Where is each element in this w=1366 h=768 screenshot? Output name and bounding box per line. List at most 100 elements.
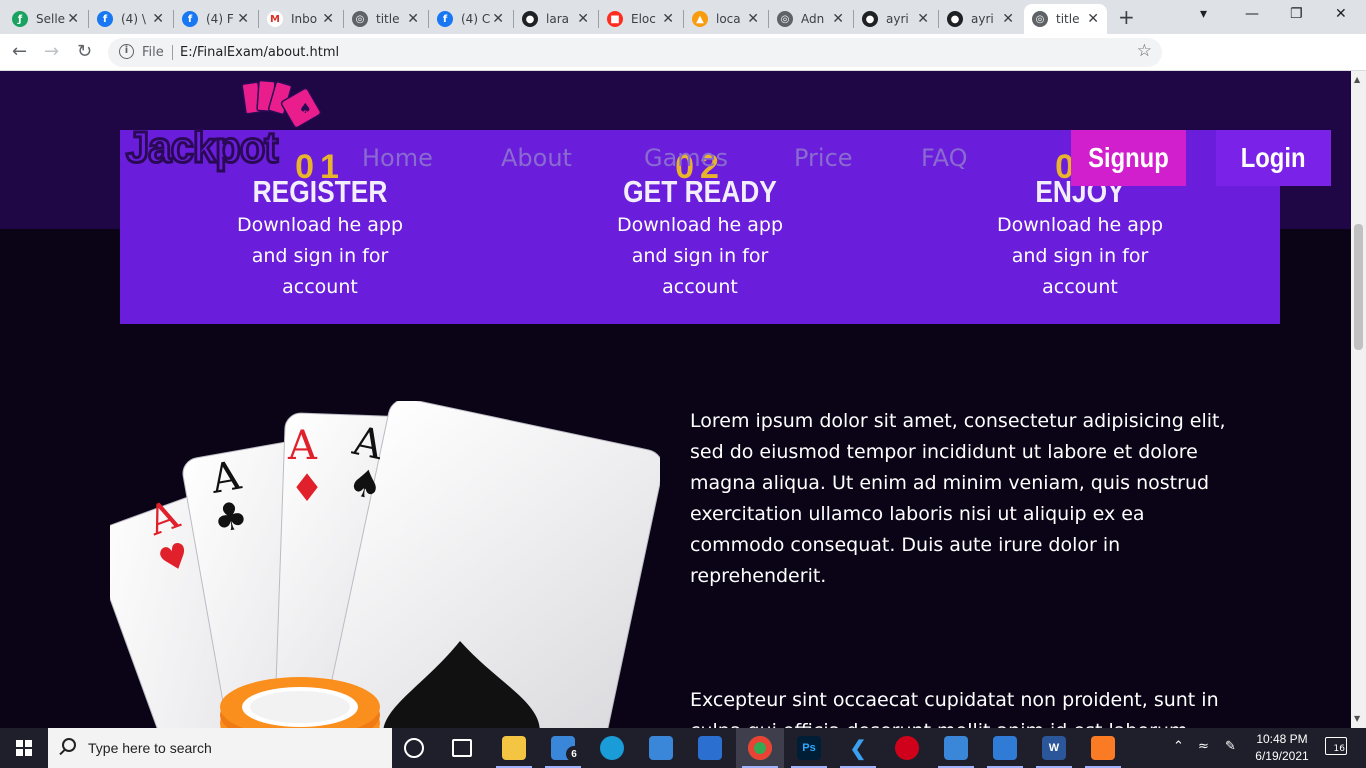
browser-tab[interactable]: f (4) \ ✕ xyxy=(89,4,172,34)
browser-tab[interactable]: ● ayri ✕ xyxy=(939,4,1022,34)
tab-favicon-icon: ● xyxy=(862,11,878,27)
tab-close-icon[interactable]: ✕ xyxy=(152,11,164,27)
tab-title: loca xyxy=(716,12,741,26)
tab-favicon-icon: ■ xyxy=(607,11,623,27)
step-text: Download he app and sign in for account xyxy=(616,214,784,298)
tab-title: ayri xyxy=(886,12,909,26)
windows-start-icon[interactable] xyxy=(0,728,48,768)
tab-close-icon[interactable]: ✕ xyxy=(832,11,844,27)
browser-tab[interactable]: f (4) F ✕ xyxy=(174,4,257,34)
browser-tab[interactable]: ◎ title ✕ xyxy=(1024,4,1107,34)
task-view-icon[interactable] xyxy=(452,739,472,757)
tab-close-icon[interactable]: ✕ xyxy=(322,11,334,27)
signup-label: Signup xyxy=(1088,142,1169,173)
minimize-icon[interactable]: — xyxy=(1245,6,1259,22)
signup-button[interactable]: Signup xyxy=(1071,130,1186,186)
about-paragraph-1: Lorem ipsum dolor sit amet, consectetur … xyxy=(690,410,1226,587)
back-icon[interactable]: ← xyxy=(12,41,27,62)
tab-close-icon[interactable]: ✕ xyxy=(577,11,589,27)
tab-favicon-icon: f xyxy=(182,11,198,27)
opera-icon[interactable] xyxy=(895,736,919,760)
site-logo[interactable]: Jackpot xyxy=(125,122,280,174)
tab-favicon-icon: f xyxy=(437,11,453,27)
omnibox-divider xyxy=(172,45,173,60)
new-tab-button[interactable]: + xyxy=(1118,5,1135,29)
scroll-down-arrow-icon[interactable]: ▼ xyxy=(1354,714,1360,723)
nav-link-faq[interactable]: FAQ xyxy=(921,144,968,172)
nav-link-about[interactable]: About xyxy=(501,144,572,172)
app-window-icon[interactable] xyxy=(698,736,722,760)
nav-link-home[interactable]: Home xyxy=(362,144,433,172)
browser-tab[interactable]: ● lara ✕ xyxy=(514,4,597,34)
tab-close-icon[interactable]: ✕ xyxy=(67,11,79,27)
tab-close-icon[interactable]: ✕ xyxy=(407,11,419,27)
restore-icon[interactable]: ❐ xyxy=(1290,6,1303,22)
tab-close-icon[interactable]: ✕ xyxy=(492,11,504,27)
tab-close-icon[interactable]: ✕ xyxy=(237,11,249,27)
taskbar-search-box[interactable]: Type here to search xyxy=(48,728,392,768)
cortana-icon[interactable] xyxy=(404,738,424,758)
address-bar[interactable]: i File E:/FinalExam/about.html ☆ xyxy=(108,38,1162,67)
login-label: Login xyxy=(1241,142,1306,173)
edge-icon[interactable] xyxy=(600,736,624,760)
media-player-icon[interactable] xyxy=(944,736,968,760)
browser-tab[interactable]: f (4) C ✕ xyxy=(429,4,512,34)
taskbar-clock[interactable]: 10:48 PM 6/19/2021 xyxy=(1252,731,1312,765)
step-text: Download he app and sign in for account xyxy=(236,214,404,298)
store-icon[interactable] xyxy=(649,736,673,760)
network-icon[interactable]: ≈ xyxy=(1198,739,1209,754)
photoshop-icon[interactable]: Ps xyxy=(797,736,821,760)
tab-search-icon[interactable]: ▾ xyxy=(1200,6,1207,22)
tab-close-icon[interactable]: ✕ xyxy=(1002,11,1014,27)
photos-icon[interactable] xyxy=(993,736,1017,760)
tab-favicon-icon: ▲ xyxy=(692,11,708,27)
windows-taskbar: Type here to search 6 Ps ❮ W ⌃ ≈ ✎ 10:48… xyxy=(0,728,1366,768)
forward-icon[interactable]: → xyxy=(44,41,59,62)
tab-favicon-icon: ● xyxy=(947,11,963,27)
scroll-up-arrow-icon[interactable]: ▲ xyxy=(1354,75,1360,84)
tab-close-icon[interactable]: ✕ xyxy=(747,11,759,27)
vscode-icon[interactable]: ❮ xyxy=(846,736,870,760)
login-button[interactable]: Login xyxy=(1216,130,1331,186)
ace-diamonds-letter: A xyxy=(287,423,318,469)
svg-text:♠: ♠ xyxy=(299,101,312,117)
step-text: Download he app and sign in for account xyxy=(996,214,1164,298)
mail-badge: 6 xyxy=(566,746,582,762)
tab-close-icon[interactable]: ✕ xyxy=(917,11,929,27)
tab-favicon-icon: ◎ xyxy=(777,11,793,27)
site-info-icon[interactable]: i xyxy=(119,44,134,59)
tab-close-icon[interactable]: ✕ xyxy=(662,11,674,27)
tab-favicon-icon: f xyxy=(97,11,113,27)
nav-link-games[interactable]: Games xyxy=(644,144,728,172)
nav-link-price[interactable]: Price xyxy=(794,144,853,172)
chrome-icon[interactable] xyxy=(748,736,772,760)
reload-icon[interactable]: ↻ xyxy=(77,41,92,62)
taskbar-search-placeholder: Type here to search xyxy=(88,740,212,756)
playing-cards-illustration: A ♥ A ♣ A ♦ A ♠ xyxy=(110,401,660,728)
tab-title: (4) \ xyxy=(121,12,146,26)
tab-title: Selle xyxy=(36,12,66,26)
scroll-thumb[interactable] xyxy=(1354,224,1363,350)
svg-text:♦: ♦ xyxy=(290,466,324,510)
bookmark-star-icon[interactable]: ☆ xyxy=(1137,41,1152,61)
browser-tab[interactable]: ■ Eloc ✕ xyxy=(599,4,682,34)
browser-tab[interactable]: ● ayri ✕ xyxy=(854,4,937,34)
tab-close-icon[interactable]: ✕ xyxy=(1087,11,1099,27)
pen-icon[interactable]: ✎ xyxy=(1225,739,1236,754)
tray-chevron-icon[interactable]: ⌃ xyxy=(1173,739,1184,754)
browser-tab[interactable]: ▲ loca ✕ xyxy=(684,4,767,34)
file-explorer-icon[interactable] xyxy=(502,736,526,760)
url-text[interactable]: E:/FinalExam/about.html xyxy=(180,45,339,60)
browser-tab[interactable]: ◎ title ✕ xyxy=(344,4,427,34)
close-window-icon[interactable]: ✕ xyxy=(1335,6,1347,22)
browser-tab[interactable]: ◎ Adn ✕ xyxy=(769,4,852,34)
about-paragraph-2: Excepteur sint occaecat cupidatat non pr… xyxy=(690,689,1219,728)
browser-tab[interactable]: M Inbo ✕ xyxy=(259,4,342,34)
page-scrollbar[interactable]: ▲ ▼ xyxy=(1351,71,1366,728)
word-icon[interactable]: W xyxy=(1042,736,1066,760)
browser-tab[interactable]: ƒ Selle ✕ xyxy=(4,4,87,34)
tab-favicon-icon: ◎ xyxy=(1032,11,1048,27)
notification-center-icon[interactable]: 16 xyxy=(1325,737,1347,755)
search-icon xyxy=(62,738,76,752)
xampp-icon[interactable] xyxy=(1091,736,1115,760)
